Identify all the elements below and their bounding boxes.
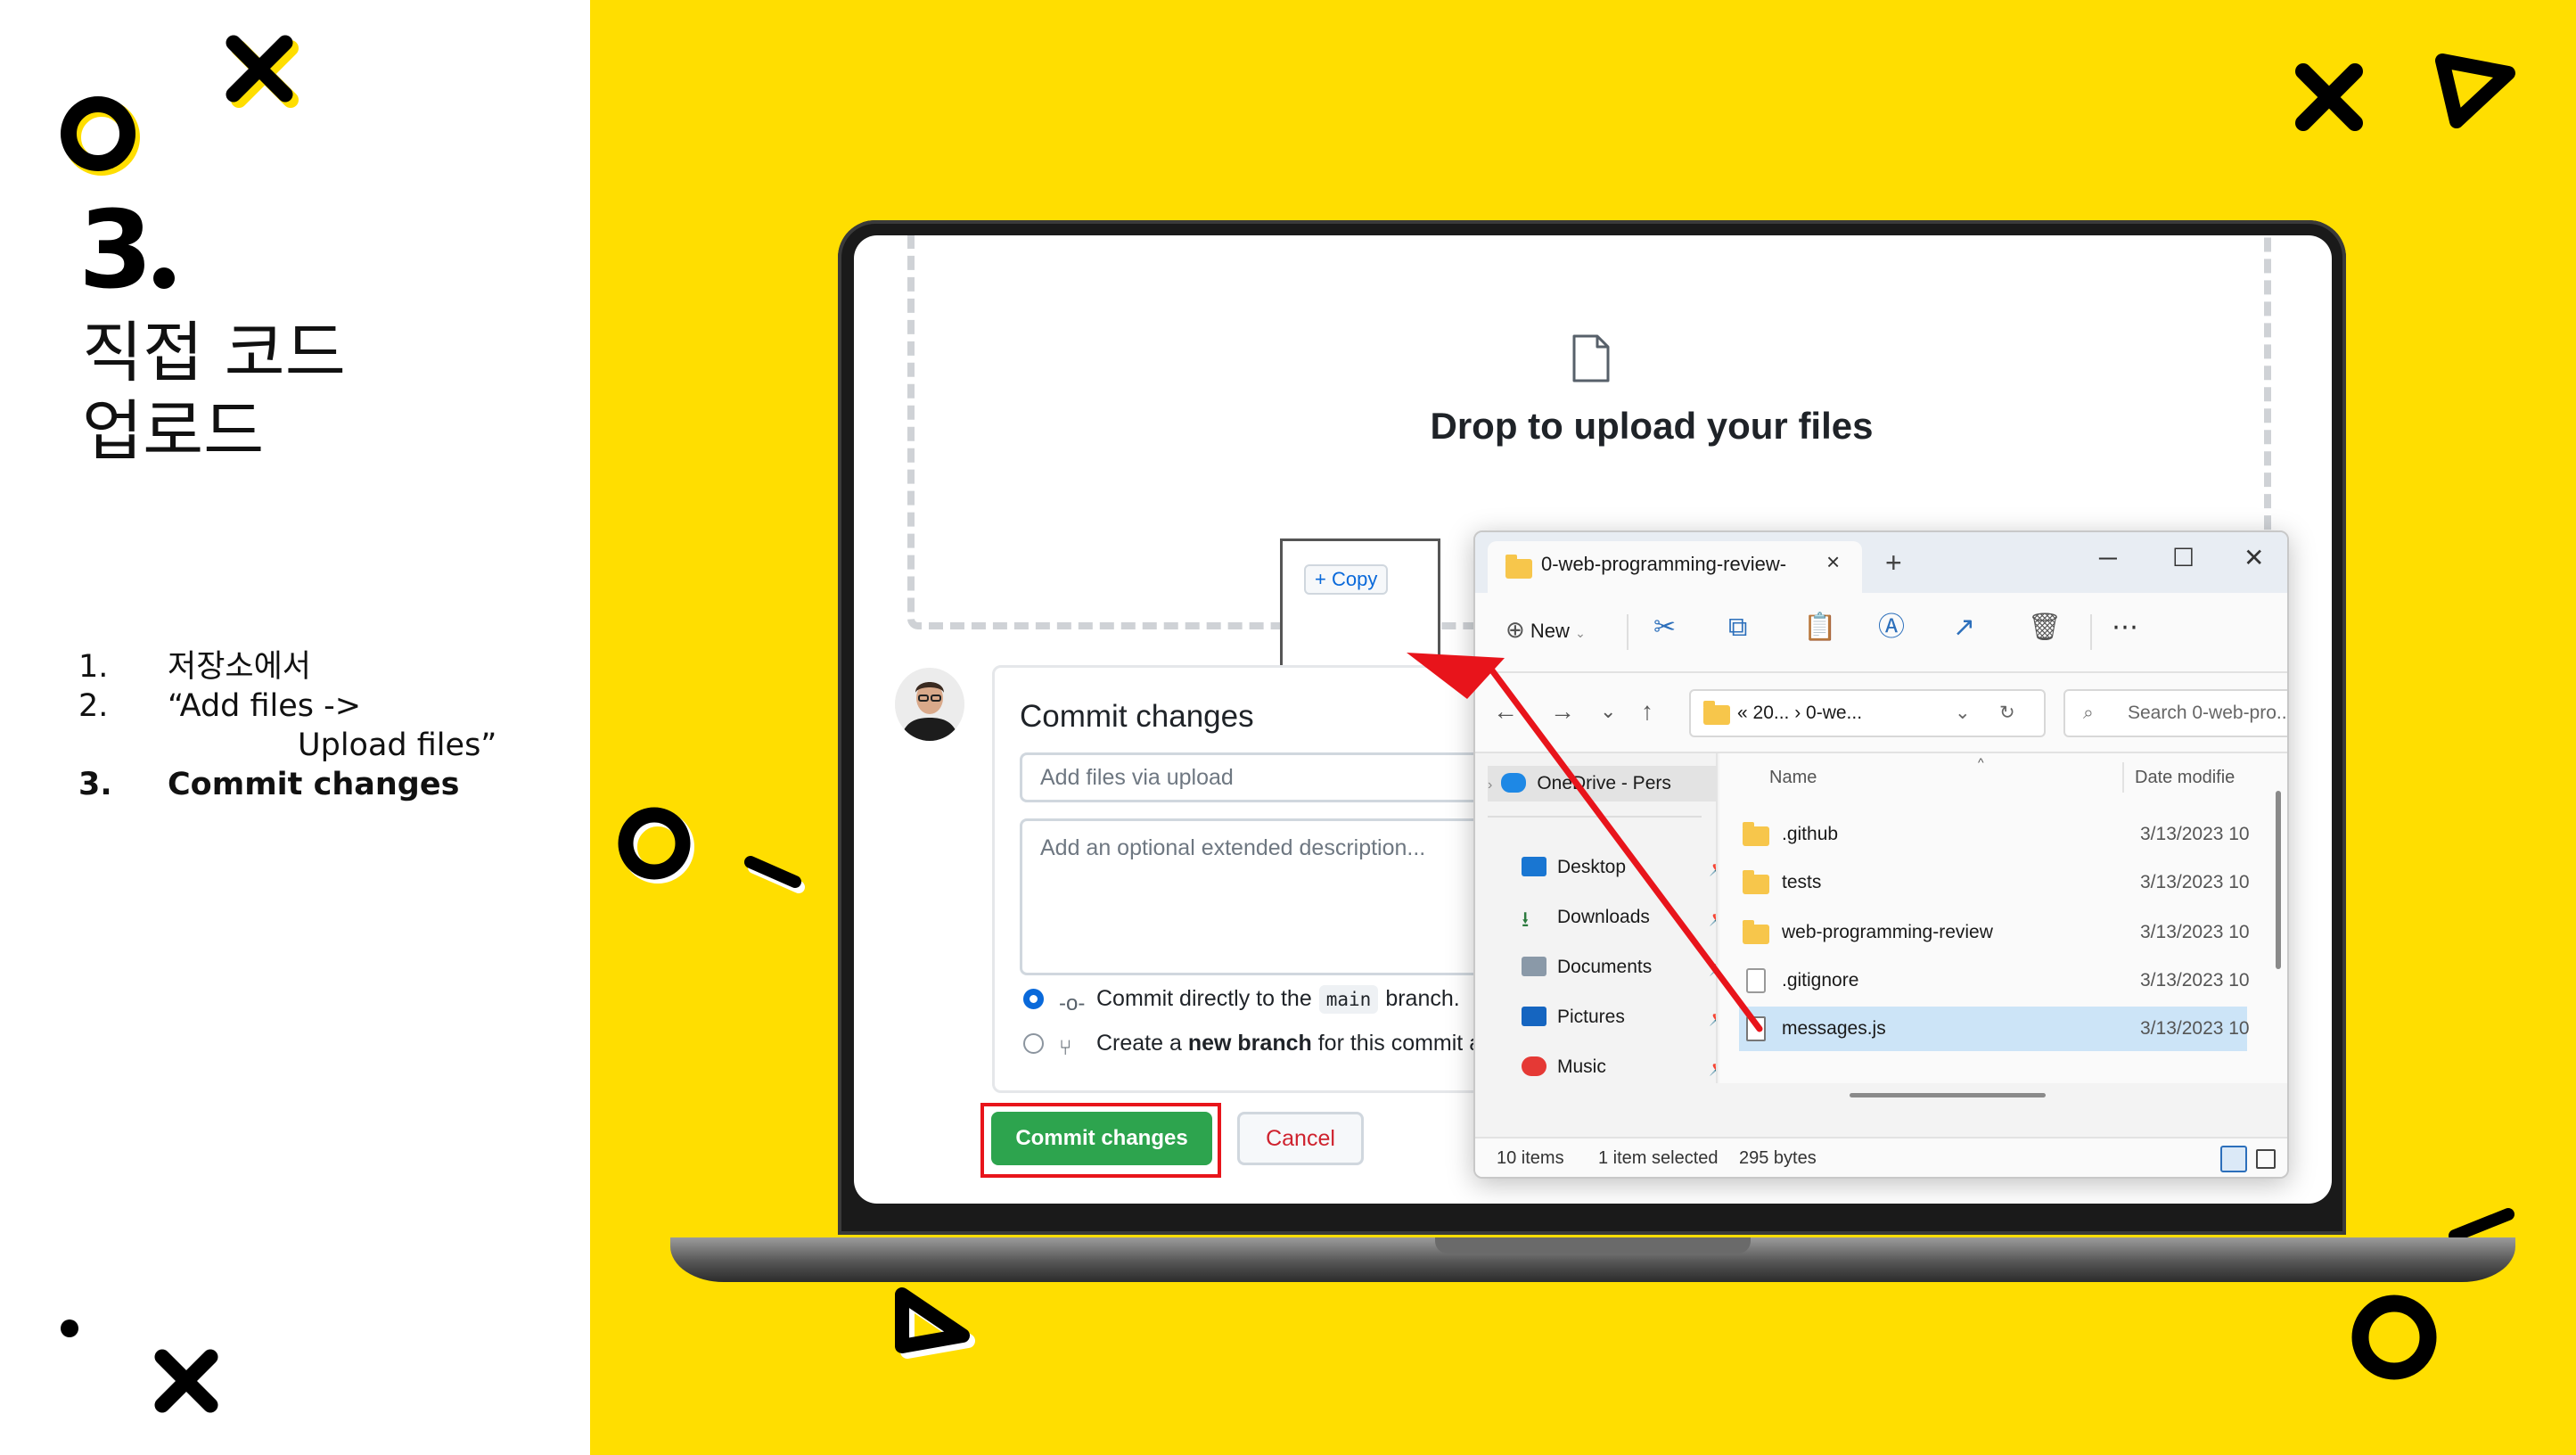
- step-number: 2.: [78, 688, 109, 724]
- cross-decoration: [2291, 59, 2371, 139]
- drag-arrow-icon: [1407, 653, 1763, 1032]
- slide-sidebar: 3 직접 코드 업로드 1. 저장소에서 2. “Add files -> Uplo…: [0, 0, 590, 1455]
- step-item: 2. “Add files ->: [78, 686, 578, 726]
- cross-decoration: [150, 1344, 230, 1425]
- step-text: 저장소에서: [168, 649, 312, 685]
- cross-decoration: [221, 30, 301, 111]
- step-text: Commit changes: [168, 767, 460, 802]
- circle-decoration: [2348, 1291, 2446, 1389]
- circle-decoration: [59, 95, 148, 184]
- dash-decoration: [740, 851, 811, 896]
- laptop-notch: [1435, 1237, 1751, 1254]
- slide-number-dot: [153, 267, 175, 289]
- circle-decoration: [615, 802, 704, 892]
- slide-number: 3: [78, 189, 152, 313]
- slide-title-line2: 업로드: [82, 393, 265, 470]
- triangle-decoration: [2426, 46, 2524, 136]
- step-item: 1. 저장소에서: [78, 647, 578, 686]
- step-item: 3. Commit changes: [78, 765, 578, 804]
- step-text: “Add files ->: [168, 688, 362, 724]
- laptop-screen: Drop to upload your files + Copy Commit …: [854, 235, 2332, 1204]
- slide-title-line1: 직접 코드: [82, 315, 346, 391]
- triangle-decoration: [882, 1277, 989, 1366]
- slide-title: 직접 코드 업로드: [82, 314, 510, 471]
- dot-decoration: [59, 1318, 80, 1339]
- steps-list: 1. 저장소에서 2. “Add files -> Upload files” 3.…: [78, 647, 578, 804]
- step-number: 1.: [78, 649, 109, 685]
- step-text: Upload files”: [298, 728, 497, 763]
- step-item: Upload files”: [78, 726, 578, 765]
- step-number: 3.: [78, 767, 112, 802]
